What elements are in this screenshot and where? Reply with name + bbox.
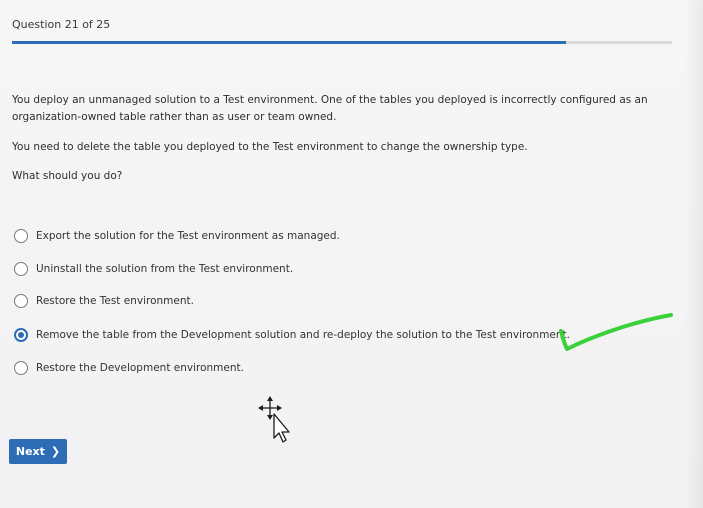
answer-option-selected[interactable]: Remove the table from the Development so… — [14, 325, 570, 345]
answer-option-label: Export the solution for the Test environ… — [36, 230, 340, 242]
answer-option-label: Uninstall the solution from the Test env… — [36, 263, 294, 275]
progress-bar — [12, 41, 672, 44]
radio-button-icon[interactable] — [14, 262, 28, 276]
answer-option-label: Restore the Test environment. — [36, 295, 194, 307]
handwritten-checkmark-icon — [559, 313, 673, 351]
radio-button-checked-icon[interactable] — [14, 328, 28, 342]
progress-bar-fill — [12, 41, 567, 44]
next-button[interactable]: Next ❯ — [9, 439, 67, 464]
answer-option[interactable]: Uninstall the solution from the Test env… — [14, 259, 293, 279]
answer-option[interactable]: Restore the Development environment. — [14, 358, 244, 378]
question-counter: Question 21 of 25 — [12, 18, 111, 31]
page-edge-shadow — [685, 0, 703, 508]
chevron-right-icon: ❯ — [50, 445, 61, 458]
answer-option[interactable]: Export the solution for the Test environ… — [14, 226, 340, 246]
radio-button-icon[interactable] — [14, 361, 28, 375]
next-button-label: Next — [15, 445, 45, 458]
question-text: You deploy an unmanaged solution to a Te… — [12, 94, 648, 123]
answer-option[interactable]: Restore the Test environment. — [14, 291, 194, 311]
radio-button-icon[interactable] — [14, 229, 28, 243]
exam-page: Question 21 of 25 You deploy an unmanage… — [0, 0, 703, 508]
question-prompt: What should you do? — [12, 170, 123, 182]
radio-button-icon[interactable] — [14, 294, 28, 308]
answer-option-label: Remove the table from the Development so… — [36, 329, 570, 341]
answer-option-label: Restore the Development environment. — [36, 362, 244, 374]
move-cursor-icon — [258, 396, 290, 443]
question-requirement: You need to delete the table you deploye… — [12, 141, 528, 153]
